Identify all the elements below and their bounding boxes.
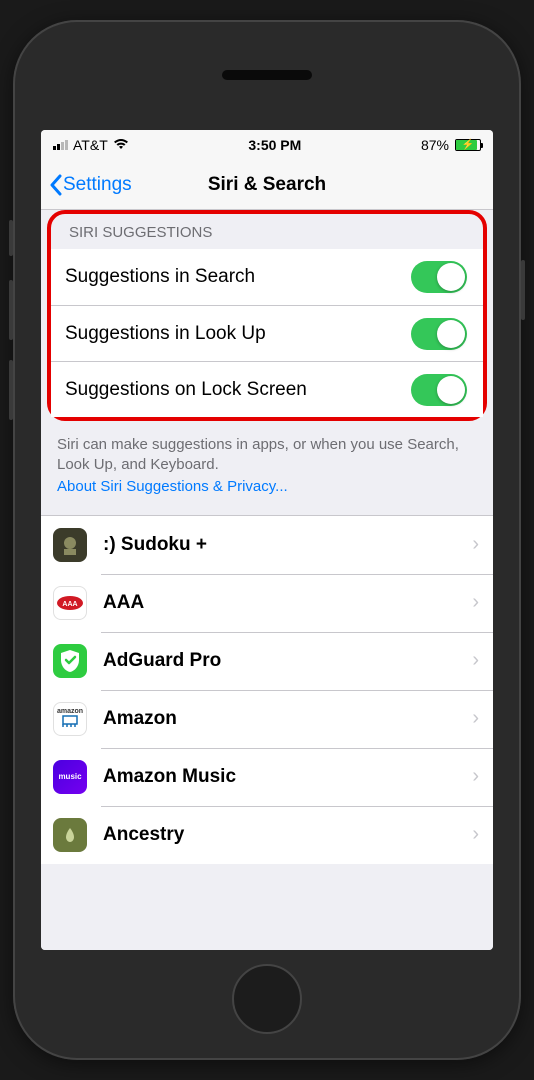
suggestions-in-search-toggle[interactable]	[411, 261, 467, 293]
app-label: Ancestry	[103, 824, 472, 846]
wifi-icon	[113, 137, 129, 154]
screen: AT&T 3:50 PM 87% ⚡ Settings	[41, 130, 493, 950]
app-label: AAA	[103, 592, 472, 614]
svg-text:AAA: AAA	[62, 601, 77, 608]
app-icon: amazon	[53, 702, 87, 736]
power-button	[521, 260, 525, 320]
app-label: :) Sudoku +	[103, 534, 472, 556]
status-bar: AT&T 3:50 PM 87% ⚡	[41, 130, 493, 160]
app-icon	[53, 818, 87, 852]
volume-up-button	[9, 280, 13, 340]
battery-icon: ⚡	[455, 139, 481, 151]
app-icon	[53, 528, 87, 562]
volume-down-button	[9, 360, 13, 420]
chevron-left-icon	[49, 174, 63, 196]
back-label: Settings	[63, 174, 132, 196]
home-button[interactable]	[232, 964, 302, 1034]
cell-label: Suggestions in Look Up	[65, 323, 411, 345]
status-time: 3:50 PM	[248, 137, 301, 153]
app-row-ancestry[interactable]: Ancestry ›	[41, 806, 493, 864]
suggestions-section-header: SIRI SUGGESTIONS	[51, 214, 483, 249]
app-icon: music	[53, 760, 87, 794]
battery-percent: 87%	[421, 137, 449, 153]
app-icon: AAA	[53, 586, 87, 620]
app-icon	[53, 644, 87, 678]
phone-frame: AT&T 3:50 PM 87% ⚡ Settings	[13, 20, 521, 1060]
app-list: :) Sudoku + › AAA AAA › AdGuard Pro ›	[41, 515, 493, 864]
speaker-grille	[222, 70, 312, 80]
app-row-adguard[interactable]: AdGuard Pro ›	[41, 632, 493, 690]
charging-bolt-icon: ⚡	[462, 140, 474, 151]
chevron-right-icon: ›	[472, 823, 479, 846]
icon-text: music	[58, 772, 81, 781]
carrier-label: AT&T	[73, 137, 108, 153]
chevron-right-icon: ›	[472, 649, 479, 672]
cellular-signal-icon	[53, 140, 68, 150]
nav-bar: Settings Siri & Search	[41, 160, 493, 210]
app-label: Amazon Music	[103, 766, 472, 788]
back-button[interactable]: Settings	[49, 174, 132, 196]
app-row-amazon[interactable]: amazon Amazon ›	[41, 690, 493, 748]
cell-label: Suggestions on Lock Screen	[65, 379, 411, 401]
suggestions-footer-text: Siri can make suggestions in apps, or wh…	[41, 425, 493, 478]
suggestions-in-lookup-toggle[interactable]	[411, 318, 467, 350]
content-scroll[interactable]: SIRI SUGGESTIONS Suggestions in Search S…	[41, 210, 493, 950]
page-title: Siri & Search	[208, 174, 326, 196]
mute-switch	[9, 220, 13, 256]
suggestions-in-search-row: Suggestions in Search	[51, 249, 483, 305]
status-right: 87% ⚡	[421, 137, 481, 153]
suggestions-on-lockscreen-toggle[interactable]	[411, 374, 467, 406]
app-row-amazon-music[interactable]: music Amazon Music ›	[41, 748, 493, 806]
app-label: Amazon	[103, 708, 472, 730]
app-label: AdGuard Pro	[103, 650, 472, 672]
chevron-right-icon: ›	[472, 765, 479, 788]
chevron-right-icon: ›	[472, 533, 479, 556]
app-row-sudoku[interactable]: :) Sudoku + ›	[41, 516, 493, 574]
status-left: AT&T	[53, 137, 129, 154]
suggestions-on-lockscreen-row: Suggestions on Lock Screen	[51, 361, 483, 417]
suggestions-in-lookup-row: Suggestions in Look Up	[51, 305, 483, 361]
about-siri-suggestions-link[interactable]: About Siri Suggestions & Privacy...	[41, 478, 493, 515]
chevron-right-icon: ›	[472, 591, 479, 614]
siri-suggestions-highlight-box: SIRI SUGGESTIONS Suggestions in Search S…	[47, 210, 487, 421]
cell-label: Suggestions in Search	[65, 266, 411, 288]
app-row-aaa[interactable]: AAA AAA ›	[41, 574, 493, 632]
chevron-right-icon: ›	[472, 707, 479, 730]
